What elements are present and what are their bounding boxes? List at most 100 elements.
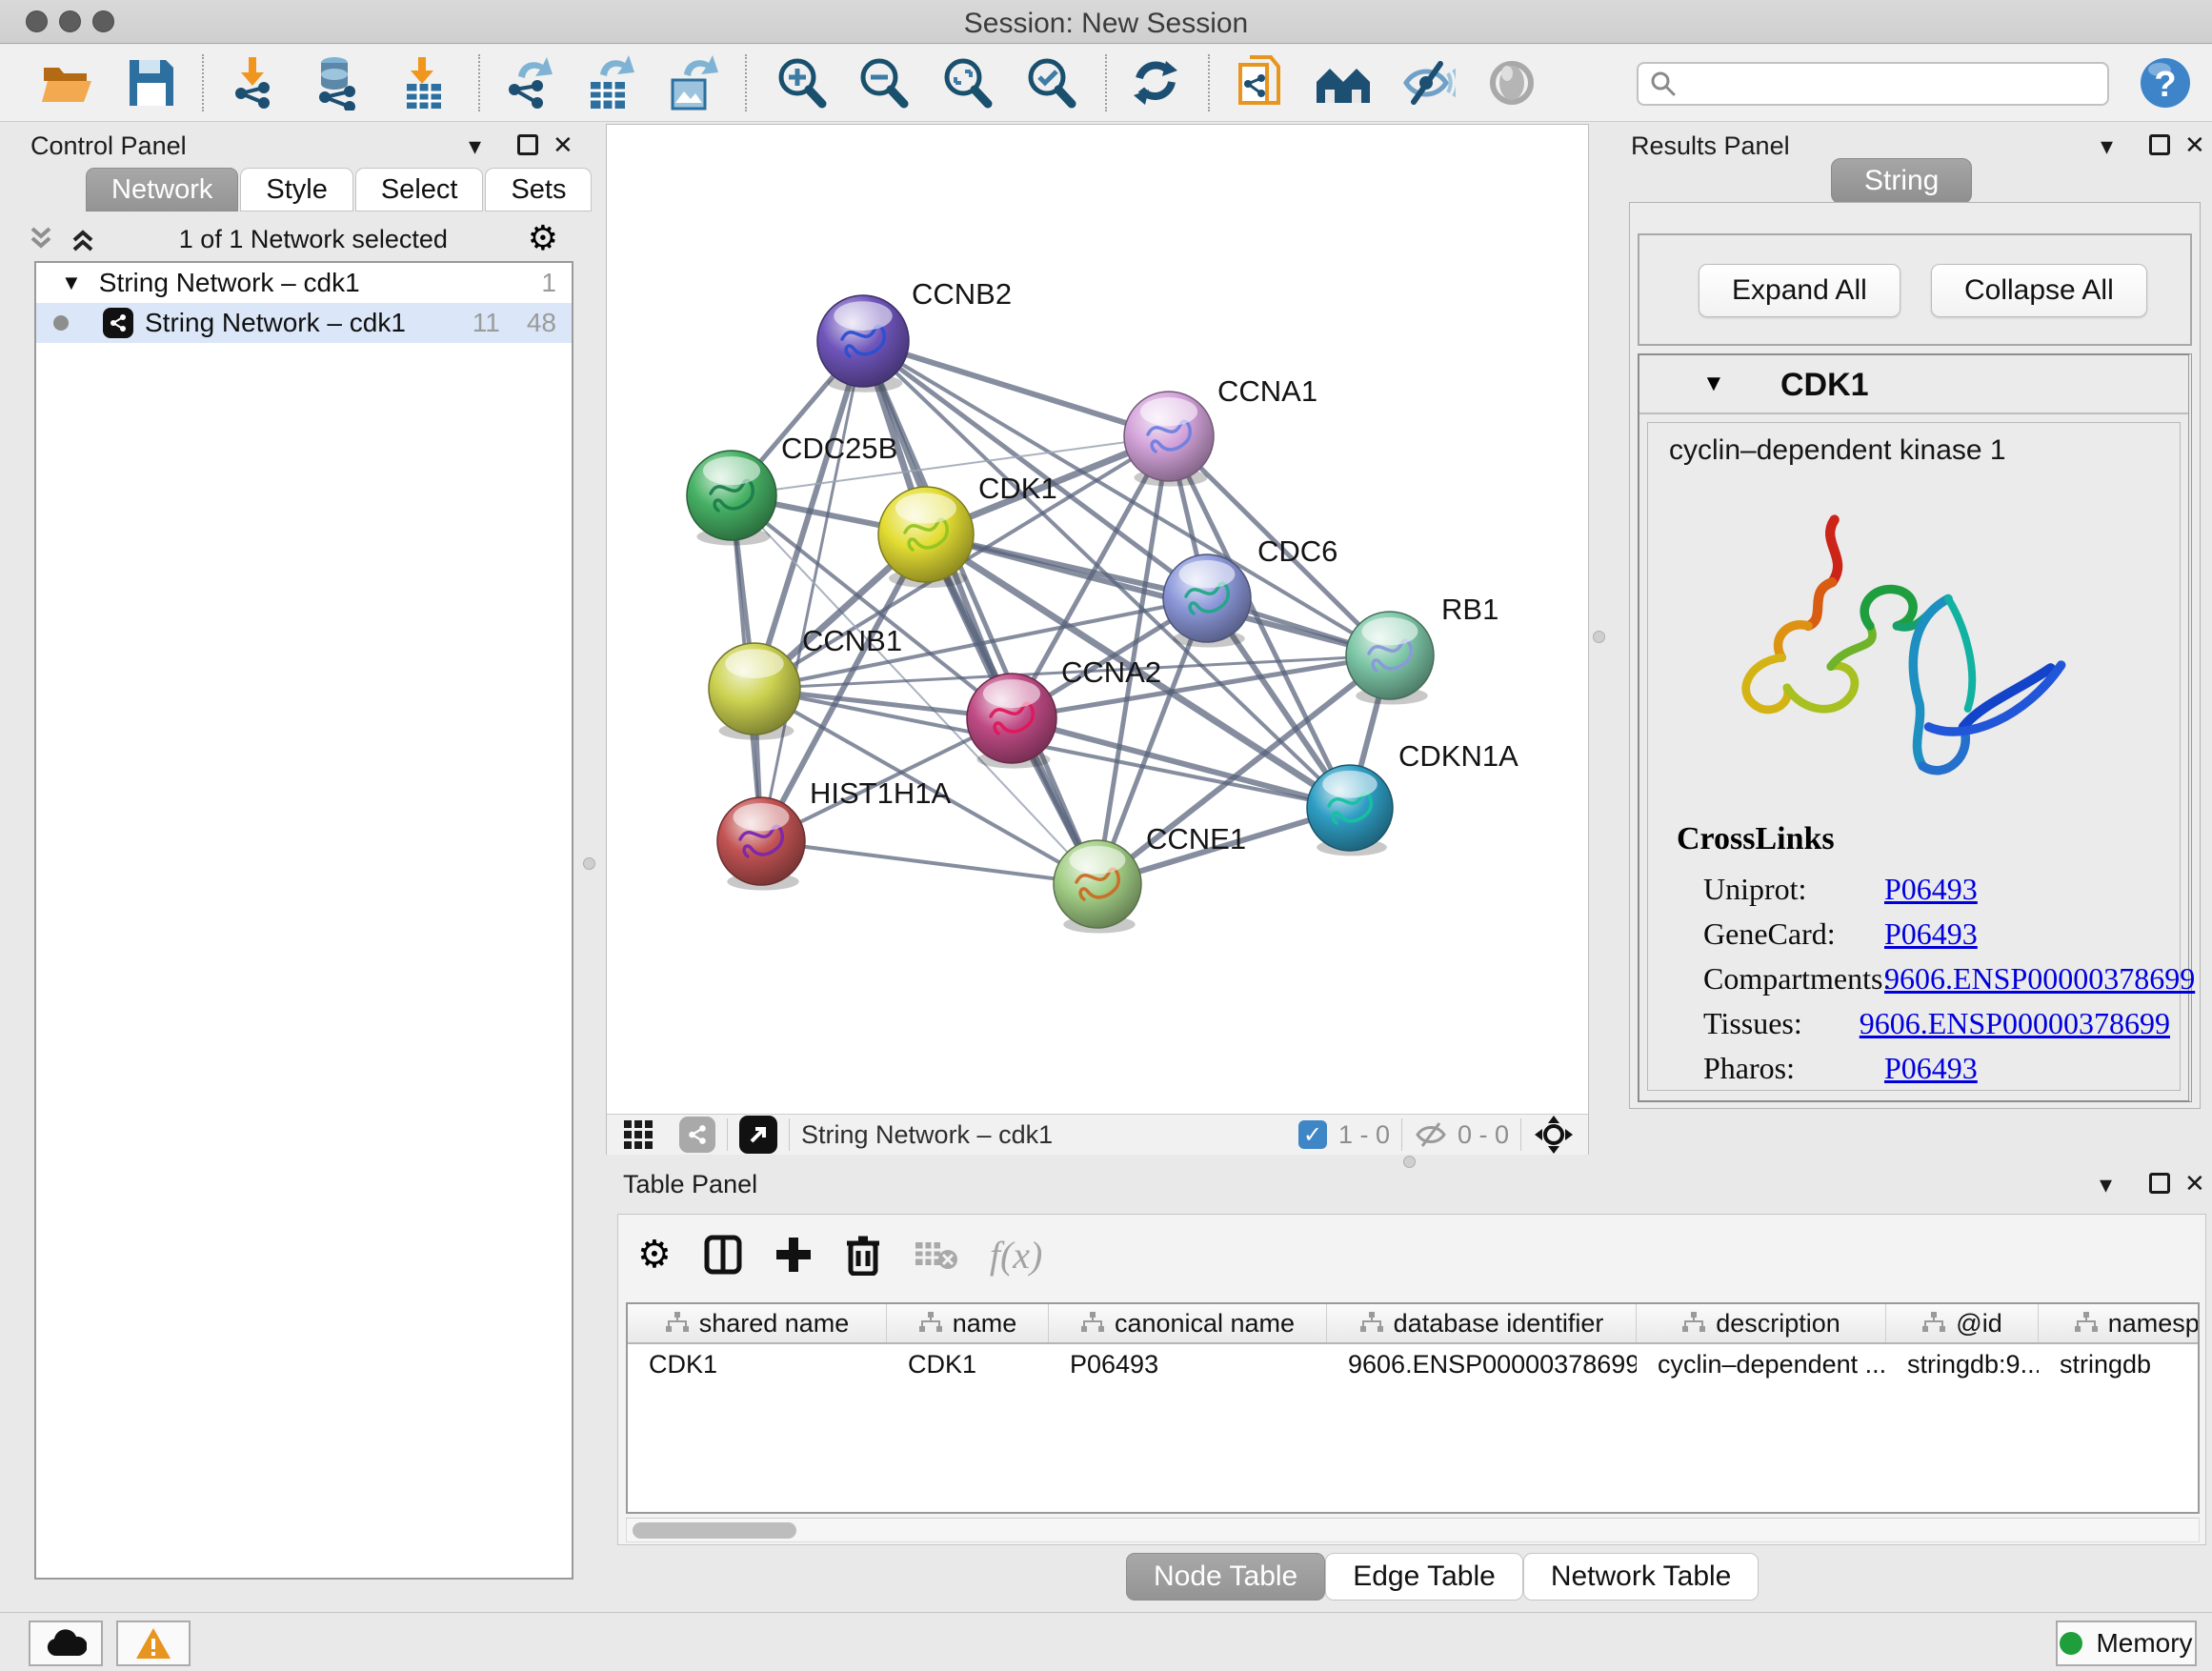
table-cell[interactable]: stringdb:9... — [1886, 1344, 2039, 1384]
table-cell[interactable]: 9606.ENSP00000378699 — [1327, 1344, 1637, 1384]
first-neighbors-button[interactable] — [1313, 52, 1376, 113]
table-cell[interactable]: stringdb — [2039, 1344, 2200, 1384]
crosslink-link[interactable]: 9606.ENSP00000378699 — [1884, 961, 2195, 997]
tab-select[interactable]: Select — [355, 168, 484, 211]
export-table-button[interactable] — [579, 52, 642, 113]
splitter-handle[interactable] — [1403, 1156, 1416, 1168]
network-node-cdk1[interactable] — [878, 487, 974, 588]
table-row[interactable]: CDK1CDK1P064939606.ENSP00000378699cyclin… — [628, 1344, 2198, 1384]
delete-column-icon[interactable] — [845, 1234, 881, 1276]
table-cell[interactable]: cyclin–dependent ... — [1637, 1344, 1886, 1384]
gene-expand-icon[interactable]: ▼ — [1702, 371, 1725, 397]
column-header-at-id[interactable]: @id — [1886, 1304, 2039, 1342]
network-node-ccna1[interactable] — [1124, 392, 1214, 487]
zoom-selected-button[interactable] — [1019, 52, 1082, 113]
network-canvas[interactable]: CCNB2CCNA1CDC25BCDK1CDC6RB1CCNB1CCNA2CDK… — [607, 125, 1590, 1114]
warnings-button[interactable] — [116, 1621, 191, 1666]
tab-network-table[interactable]: Network Table — [1523, 1553, 1760, 1601]
split-columns-icon[interactable] — [704, 1235, 742, 1275]
scrollbar-thumb[interactable] — [633, 1522, 796, 1539]
delete-table-icon[interactable] — [914, 1238, 957, 1271]
collapse-all-button[interactable]: Collapse All — [1931, 264, 2147, 317]
string-panel-toggle-icon[interactable] — [679, 1117, 715, 1153]
help-button[interactable]: ? — [2134, 52, 2197, 113]
node-table[interactable]: shared namenamecanonical namedatabase id… — [626, 1302, 2200, 1514]
network-row[interactable]: String Network – cdk1 11 48 — [36, 303, 572, 343]
column-header-shared-name[interactable]: shared name — [628, 1304, 887, 1342]
pan-crosshair-icon[interactable] — [1533, 1114, 1575, 1156]
close-panel-icon[interactable]: ✕ — [2184, 1171, 2205, 1196]
selected-checkbox-icon[interactable]: ✓ — [1298, 1120, 1327, 1149]
tab-network[interactable]: Network — [86, 168, 238, 211]
import-network-from-file-button[interactable] — [221, 52, 284, 113]
collapse-all-icon[interactable] — [25, 223, 57, 255]
crosslink-link[interactable]: 9606.ENSP00000378699 — [1860, 1006, 2170, 1041]
tab-style[interactable]: Style — [240, 168, 352, 211]
export-image-button[interactable] — [661, 52, 724, 113]
new-network-from-selection-button[interactable] — [1229, 52, 1292, 113]
table-horizontal-scrollbar[interactable] — [626, 1518, 2200, 1542]
table-cell[interactable]: CDK1 — [628, 1344, 887, 1384]
network-node-ccna2[interactable] — [967, 674, 1056, 769]
column-header-canonical-name[interactable]: canonical name — [1049, 1304, 1327, 1342]
import-network-from-database-button[interactable] — [305, 52, 368, 113]
float-panel-icon[interactable] — [517, 134, 538, 155]
add-column-icon[interactable] — [774, 1236, 813, 1274]
tab-string[interactable]: String — [1831, 158, 1972, 204]
collapse-panel-icon[interactable]: ▾ — [469, 133, 481, 158]
column-header-name[interactable]: name — [887, 1304, 1049, 1342]
network-edge[interactable] — [761, 341, 863, 841]
birdseye-grid-icon[interactable] — [622, 1118, 654, 1151]
column-header-description[interactable]: description — [1637, 1304, 1886, 1342]
network-node-ccnb1[interactable] — [709, 643, 800, 740]
show-all-button[interactable] — [1480, 52, 1543, 113]
collapse-panel-icon[interactable]: ▾ — [2101, 133, 2113, 158]
cloud-status-button[interactable] — [29, 1621, 103, 1666]
network-node-cdc25b[interactable] — [687, 451, 776, 546]
close-panel-icon[interactable]: ✕ — [553, 132, 573, 157]
network-edge[interactable] — [863, 341, 1169, 436]
network-collection-row[interactable]: ▼ String Network – cdk1 1 — [36, 263, 572, 303]
network-node-cdkn1a[interactable] — [1307, 765, 1393, 856]
splitter-handle[interactable] — [583, 857, 595, 870]
export-network-button[interactable] — [497, 52, 560, 113]
network-node-ccne1[interactable] — [1054, 840, 1141, 934]
network-edge[interactable] — [761, 841, 1097, 884]
network-node-cdc6[interactable] — [1163, 554, 1251, 648]
expand-all-button[interactable]: Expand All — [1699, 264, 1900, 317]
zoom-fit-button[interactable] — [935, 52, 998, 113]
close-panel-icon[interactable]: ✕ — [2184, 132, 2205, 157]
open-session-button[interactable] — [36, 52, 99, 113]
collection-expand-icon[interactable]: ▼ — [61, 271, 82, 295]
import-table-from-file-button[interactable] — [392, 52, 455, 113]
expand-all-icon[interactable] — [67, 223, 99, 255]
open-in-window-icon[interactable] — [739, 1116, 777, 1154]
network-options-gear-icon[interactable]: ⚙ — [528, 222, 558, 256]
collapse-panel-icon[interactable]: ▾ — [2100, 1172, 2112, 1197]
crosslink-link[interactable]: P06493 — [1884, 872, 1978, 907]
crosslink-link[interactable]: P06493 — [1884, 1051, 1978, 1086]
network-node-rb1[interactable] — [1346, 612, 1434, 705]
table-settings-gear-icon[interactable]: ⚙ — [637, 1233, 672, 1277]
table-cell[interactable]: P06493 — [1049, 1344, 1327, 1384]
tab-edge-table[interactable]: Edge Table — [1325, 1553, 1523, 1601]
float-panel-icon[interactable] — [2149, 134, 2170, 155]
function-builder-icon[interactable]: f(x) — [990, 1233, 1043, 1278]
zoom-in-button[interactable] — [770, 52, 833, 113]
column-header-database-identifier[interactable]: database identifier — [1327, 1304, 1637, 1342]
tab-node-table[interactable]: Node Table — [1126, 1553, 1325, 1601]
splitter-handle[interactable] — [1593, 631, 1605, 643]
save-session-button[interactable] — [120, 52, 183, 113]
hide-selection-button[interactable] — [1397, 52, 1459, 113]
memory-button[interactable]: Memory — [2056, 1621, 2197, 1666]
column-header-namespace[interactable]: namespace — [2039, 1304, 2200, 1342]
apply-layout-button[interactable] — [1124, 52, 1187, 113]
search-input[interactable] — [1677, 70, 2086, 99]
zoom-out-button[interactable] — [852, 52, 915, 113]
float-panel-icon[interactable] — [2149, 1173, 2170, 1194]
crosslink-link[interactable]: P06493 — [1884, 916, 1978, 952]
gene-header[interactable]: ▼ CDK1 — [1639, 355, 2188, 414]
tab-sets[interactable]: Sets — [485, 168, 592, 211]
network-node-hist1h1a[interactable] — [717, 797, 805, 891]
table-cell[interactable]: CDK1 — [887, 1344, 1049, 1384]
